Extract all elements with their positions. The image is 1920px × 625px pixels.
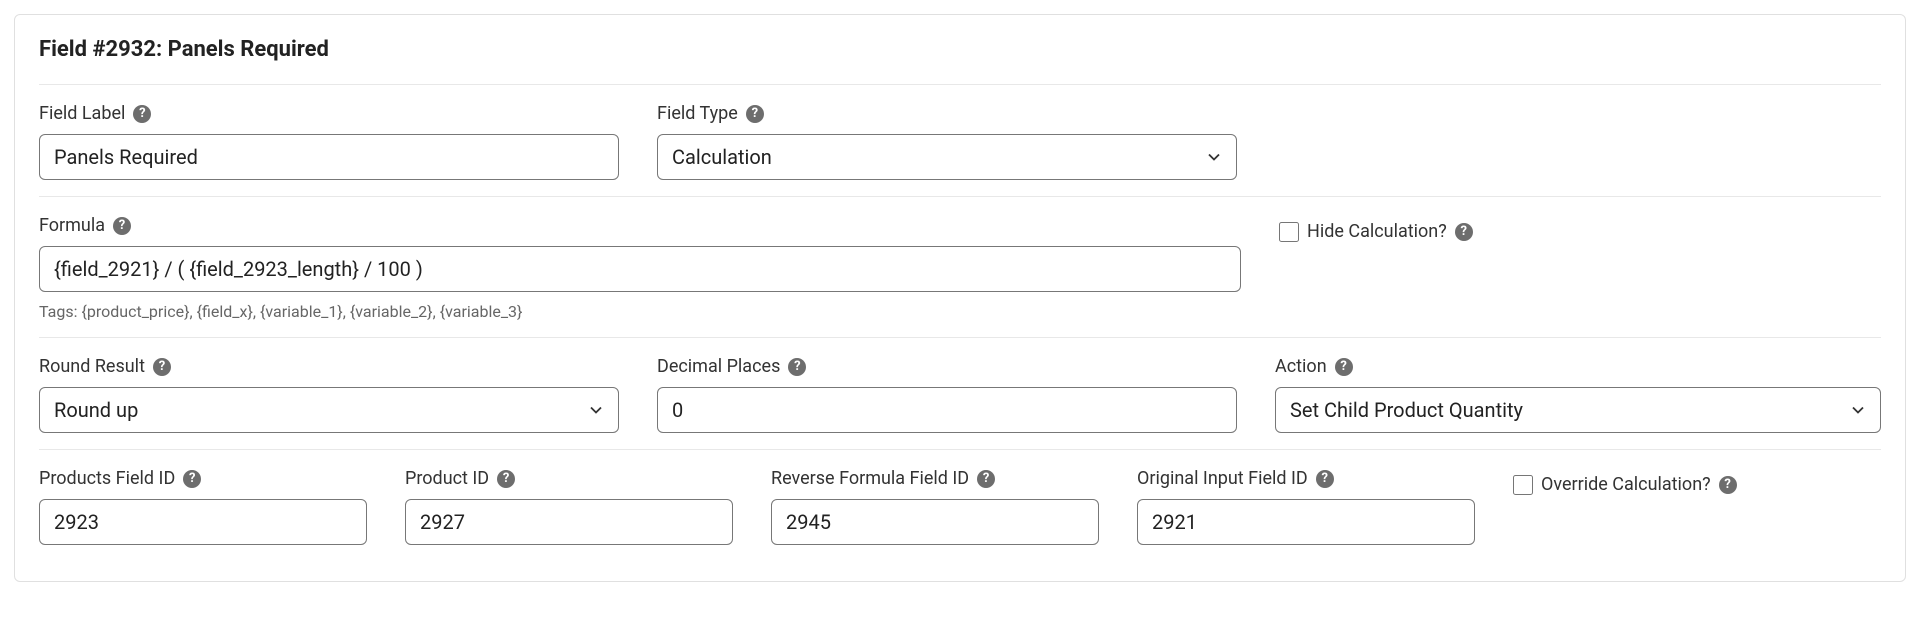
field-settings-panel: Field #2932: Panels Required Field Label… (14, 14, 1906, 582)
reverse-formula-field-id-label: Reverse Formula Field ID ? (771, 468, 1099, 489)
row-label-type: Field Label ? Field Type ? Calculation (39, 85, 1881, 188)
round-result-select[interactable]: Round up (39, 387, 619, 433)
formula-input[interactable] (39, 246, 1241, 292)
help-icon[interactable]: ? (1335, 358, 1353, 376)
products-field-id-group: Products Field ID ? (39, 468, 367, 545)
round-result-label: Round Result ? (39, 356, 619, 377)
decimal-places-group: Decimal Places ? (657, 356, 1237, 433)
help-icon[interactable]: ? (183, 470, 201, 488)
help-icon[interactable]: ? (1719, 476, 1737, 494)
original-input-field-id-label: Original Input Field ID ? (1137, 468, 1475, 489)
action-select[interactable]: Set Child Product Quantity (1275, 387, 1881, 433)
hide-calculation-group: Hide Calculation? ? (1279, 215, 1881, 242)
field-type-value: Calculation (672, 145, 772, 169)
action-group: Action ? Set Child Product Quantity (1275, 356, 1881, 433)
original-input-field-id-text: Original Input Field ID (1137, 468, 1308, 489)
help-icon[interactable]: ? (977, 470, 995, 488)
help-icon[interactable]: ? (153, 358, 171, 376)
help-icon[interactable]: ? (746, 105, 764, 123)
chevron-down-icon (1850, 402, 1866, 418)
field-type-group: Field Type ? Calculation (657, 103, 1237, 180)
formula-group: Formula ? Tags: {product_price}, {field_… (39, 215, 1241, 321)
formula-label-text: Formula (39, 215, 105, 236)
product-id-label: Product ID ? (405, 468, 733, 489)
help-icon[interactable]: ? (497, 470, 515, 488)
decimal-places-label: Decimal Places ? (657, 356, 1237, 377)
field-type-label: Field Type ? (657, 103, 1237, 124)
product-id-text: Product ID (405, 468, 489, 489)
action-text: Action (1275, 356, 1327, 377)
original-input-field-id-group: Original Input Field ID ? (1137, 468, 1475, 545)
help-icon[interactable]: ? (788, 358, 806, 376)
chevron-down-icon (588, 402, 604, 418)
help-icon[interactable]: ? (133, 105, 151, 123)
override-calculation-checkbox[interactable] (1513, 475, 1533, 495)
round-result-text: Round Result (39, 356, 145, 377)
reverse-formula-field-id-input[interactable] (771, 499, 1099, 545)
field-label-label: Field Label ? (39, 103, 619, 124)
field-label-input[interactable] (39, 134, 619, 180)
product-id-group: Product ID ? (405, 468, 733, 545)
hide-calculation-label: Hide Calculation? (1307, 221, 1447, 242)
panel-title: Field #2932: Panels Required (39, 37, 1881, 62)
formula-label: Formula ? (39, 215, 1241, 236)
decimal-places-text: Decimal Places (657, 356, 780, 377)
override-calculation-group: Override Calculation? ? (1513, 468, 1881, 495)
product-id-input[interactable] (405, 499, 733, 545)
reverse-formula-field-id-text: Reverse Formula Field ID (771, 468, 969, 489)
products-field-id-text: Products Field ID (39, 468, 175, 489)
action-value: Set Child Product Quantity (1290, 398, 1523, 422)
field-type-select[interactable]: Calculation (657, 134, 1237, 180)
row-ids: Products Field ID ? Product ID ? Reverse… (39, 450, 1881, 553)
round-result-value: Round up (54, 398, 138, 422)
help-icon[interactable]: ? (113, 217, 131, 235)
row-formula: Formula ? Tags: {product_price}, {field_… (39, 197, 1881, 329)
override-calculation-label: Override Calculation? (1541, 474, 1711, 495)
products-field-id-input[interactable] (39, 499, 367, 545)
help-icon[interactable]: ? (1455, 223, 1473, 241)
original-input-field-id-input[interactable] (1137, 499, 1475, 545)
hide-calculation-checkbox[interactable] (1279, 222, 1299, 242)
field-type-text: Field Type (657, 103, 738, 124)
reverse-formula-field-id-group: Reverse Formula Field ID ? (771, 468, 1099, 545)
help-icon[interactable]: ? (1316, 470, 1334, 488)
products-field-id-label: Products Field ID ? (39, 468, 367, 489)
chevron-down-icon (1206, 149, 1222, 165)
round-result-group: Round Result ? Round up (39, 356, 619, 433)
row-round-action: Round Result ? Round up Decimal Places ?… (39, 338, 1881, 441)
field-label-group: Field Label ? (39, 103, 619, 180)
formula-tags-hint: Tags: {product_price}, {field_x}, {varia… (39, 302, 1241, 321)
decimal-places-input[interactable] (657, 387, 1237, 433)
action-label: Action ? (1275, 356, 1881, 377)
field-label-text: Field Label (39, 103, 125, 124)
